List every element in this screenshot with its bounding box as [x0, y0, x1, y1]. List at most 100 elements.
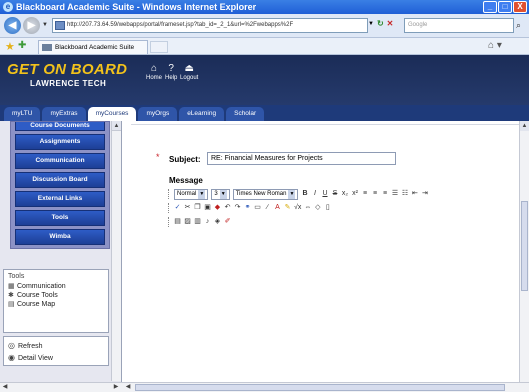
spellcheck-icon[interactable]: ✓: [174, 203, 181, 213]
insert-media-icon[interactable]: ▥: [194, 217, 201, 227]
new-tab-button[interactable]: [150, 41, 168, 53]
italic-icon[interactable]: I: [311, 189, 318, 199]
insert-audio-icon[interactable]: ♪: [204, 217, 211, 227]
insert-image-icon[interactable]: ▨: [184, 217, 191, 227]
tab-scholar[interactable]: Scholar: [226, 107, 265, 121]
home-link[interactable]: ⌂ Home: [146, 63, 162, 81]
paragraph-format-value: Normal: [177, 190, 197, 197]
recent-pages-dropdown-icon[interactable]: ▼: [42, 22, 48, 28]
tool-course-tools-label: Course Tools: [17, 292, 58, 299]
content-scrollbar[interactable]: ▲: [519, 121, 529, 382]
scrollbar-thumb[interactable]: [521, 201, 528, 291]
cut-icon[interactable]: ✂: [184, 203, 191, 213]
insert-object-icon[interactable]: ◈: [214, 217, 221, 227]
back-button[interactable]: ◀: [4, 17, 21, 34]
indent-icon[interactable]: ⇥: [421, 189, 428, 199]
search-icon[interactable]: ⌕: [516, 20, 521, 31]
superscript-icon[interactable]: x²: [351, 189, 358, 199]
horizontal-scrollbar-thumb[interactable]: [135, 384, 505, 391]
equation-icon[interactable]: √x: [294, 203, 301, 213]
scroll-left-icon[interactable]: ◀: [0, 383, 10, 392]
home-command-icon[interactable]: ⌂ ▾: [488, 40, 502, 51]
undo-icon[interactable]: ↶: [224, 203, 231, 213]
subject-input[interactable]: RE: Financial Measures for Projects: [207, 152, 396, 165]
close-button[interactable]: X: [513, 1, 527, 13]
outdent-icon[interactable]: ⇤: [411, 189, 418, 199]
scroll-up-icon[interactable]: ▲: [112, 121, 121, 131]
maximize-button[interactable]: □: [498, 1, 512, 13]
forward-button[interactable]: ▶: [23, 17, 40, 34]
paste-icon[interactable]: ▣: [204, 203, 211, 213]
preview-icon[interactable]: ◇: [314, 203, 321, 213]
draw-pen-icon[interactable]: ✐: [224, 217, 231, 227]
refresh-link[interactable]: ◎ Refresh: [8, 340, 104, 352]
numbered-list-icon[interactable]: ☰: [391, 189, 398, 199]
scroll-right-icon[interactable]: ▶: [111, 383, 121, 392]
tab-page-icon: [42, 44, 52, 51]
highlight-icon[interactable]: ✎: [284, 203, 291, 213]
align-right-icon[interactable]: ≡: [381, 189, 388, 199]
tab-elearning[interactable]: eLearning: [179, 107, 225, 121]
bullet-list-icon[interactable]: ☷: [401, 189, 408, 199]
logout-link[interactable]: ⏏ Logout: [180, 63, 198, 81]
copy-icon[interactable]: ❐: [194, 203, 201, 213]
add-favorites-icon[interactable]: ✚: [18, 40, 26, 51]
tab-myorgs[interactable]: myOrgs: [138, 107, 178, 121]
font-size-select[interactable]: 3 ▼: [211, 188, 230, 200]
scroll-left-icon[interactable]: ◀: [123, 383, 133, 392]
align-left-icon[interactable]: ≡: [361, 189, 368, 199]
course-menu-item-tools[interactable]: Tools: [15, 210, 105, 226]
help-link[interactable]: ? Help: [165, 63, 177, 81]
chevron-down-icon: ▼: [198, 189, 206, 199]
strikethrough-icon[interactable]: S: [331, 189, 338, 199]
address-url: http://207.73.64.59/webapps/portal/frame…: [67, 22, 294, 28]
menu-scrollbar[interactable]: ▲: [111, 121, 121, 381]
address-dropdown-icon[interactable]: ▼: [368, 21, 374, 27]
link-icon[interactable]: ⚭: [244, 203, 251, 213]
chevron-down-icon: ▼: [219, 189, 227, 199]
tool-course-map[interactable]: ▤ Course Map: [8, 300, 104, 309]
tool-course-map-label: Course Map: [17, 301, 56, 308]
address-tools: ▼ ↻ ✕: [368, 19, 393, 28]
logo-text: GET ON BOARD: [7, 61, 128, 78]
course-menu-item-assignments[interactable]: Assignments: [15, 134, 105, 150]
table-icon[interactable]: ▭: [254, 203, 261, 213]
tab-myltu[interactable]: myLTU: [4, 107, 41, 121]
message-editor[interactable]: [168, 236, 519, 382]
course-menu-item-external-links[interactable]: External Links: [15, 191, 105, 207]
underline-icon[interactable]: U: [321, 189, 328, 199]
search-input[interactable]: Google: [404, 18, 514, 33]
course-menu-item-discussion-board[interactable]: Discussion Board: [15, 172, 105, 188]
browser-tab[interactable]: Blackboard Academic Suite: [38, 40, 148, 54]
align-center-icon[interactable]: ≡: [371, 189, 378, 199]
detail-view-link[interactable]: ◉ Detail View: [8, 352, 104, 364]
clear-format-icon[interactable]: ◆: [214, 203, 221, 213]
line-icon[interactable]: ∕: [264, 203, 271, 213]
fullscreen-icon[interactable]: ▯: [324, 203, 331, 213]
tool-communication[interactable]: ▦ Communication: [8, 282, 104, 291]
stop-icon[interactable]: ✕: [387, 19, 394, 28]
course-menu-item-wimba[interactable]: Wimba: [15, 229, 105, 245]
redo-icon[interactable]: ↷: [234, 203, 241, 213]
tool-course-tools[interactable]: ✱ Course Tools: [8, 291, 104, 300]
toolbar-row-formatting: Normal ▼ 3 ▼ Times New Roman ▼ B I U S x₂ x…: [168, 188, 428, 200]
course-menu-item-course-documents[interactable]: Course Documents: [15, 122, 105, 131]
horizontal-scrollbar[interactable]: ◀ ▶ ◀: [0, 382, 529, 392]
html-icon[interactable]: ⇔: [304, 203, 311, 213]
required-field-marker: *: [156, 152, 160, 162]
tab-mycourses[interactable]: myCourses: [87, 107, 137, 121]
course-menu-item-communication[interactable]: Communication: [15, 153, 105, 169]
minimize-button[interactable]: _: [483, 1, 497, 13]
font-family-select[interactable]: Times New Roman ▼: [232, 188, 299, 200]
scroll-up-icon[interactable]: ▲: [520, 121, 529, 131]
favorites-star-icon[interactable]: ★: [5, 40, 15, 53]
refresh-icon[interactable]: ↻: [377, 19, 384, 28]
attach-file-icon[interactable]: ▤: [174, 217, 181, 227]
tab-myextras[interactable]: myExtras: [42, 107, 86, 121]
paragraph-format-select[interactable]: Normal ▼: [174, 188, 209, 200]
subscript-icon[interactable]: x₂: [341, 189, 348, 199]
editor-toolbar: Normal ▼ 3 ▼ Times New Roman ▼ B I U S x₂ x…: [168, 188, 519, 236]
text-color-icon[interactable]: A: [274, 203, 281, 213]
bold-icon[interactable]: B: [301, 189, 308, 199]
address-bar[interactable]: http://207.73.64.59/webapps/portal/frame…: [52, 18, 368, 33]
